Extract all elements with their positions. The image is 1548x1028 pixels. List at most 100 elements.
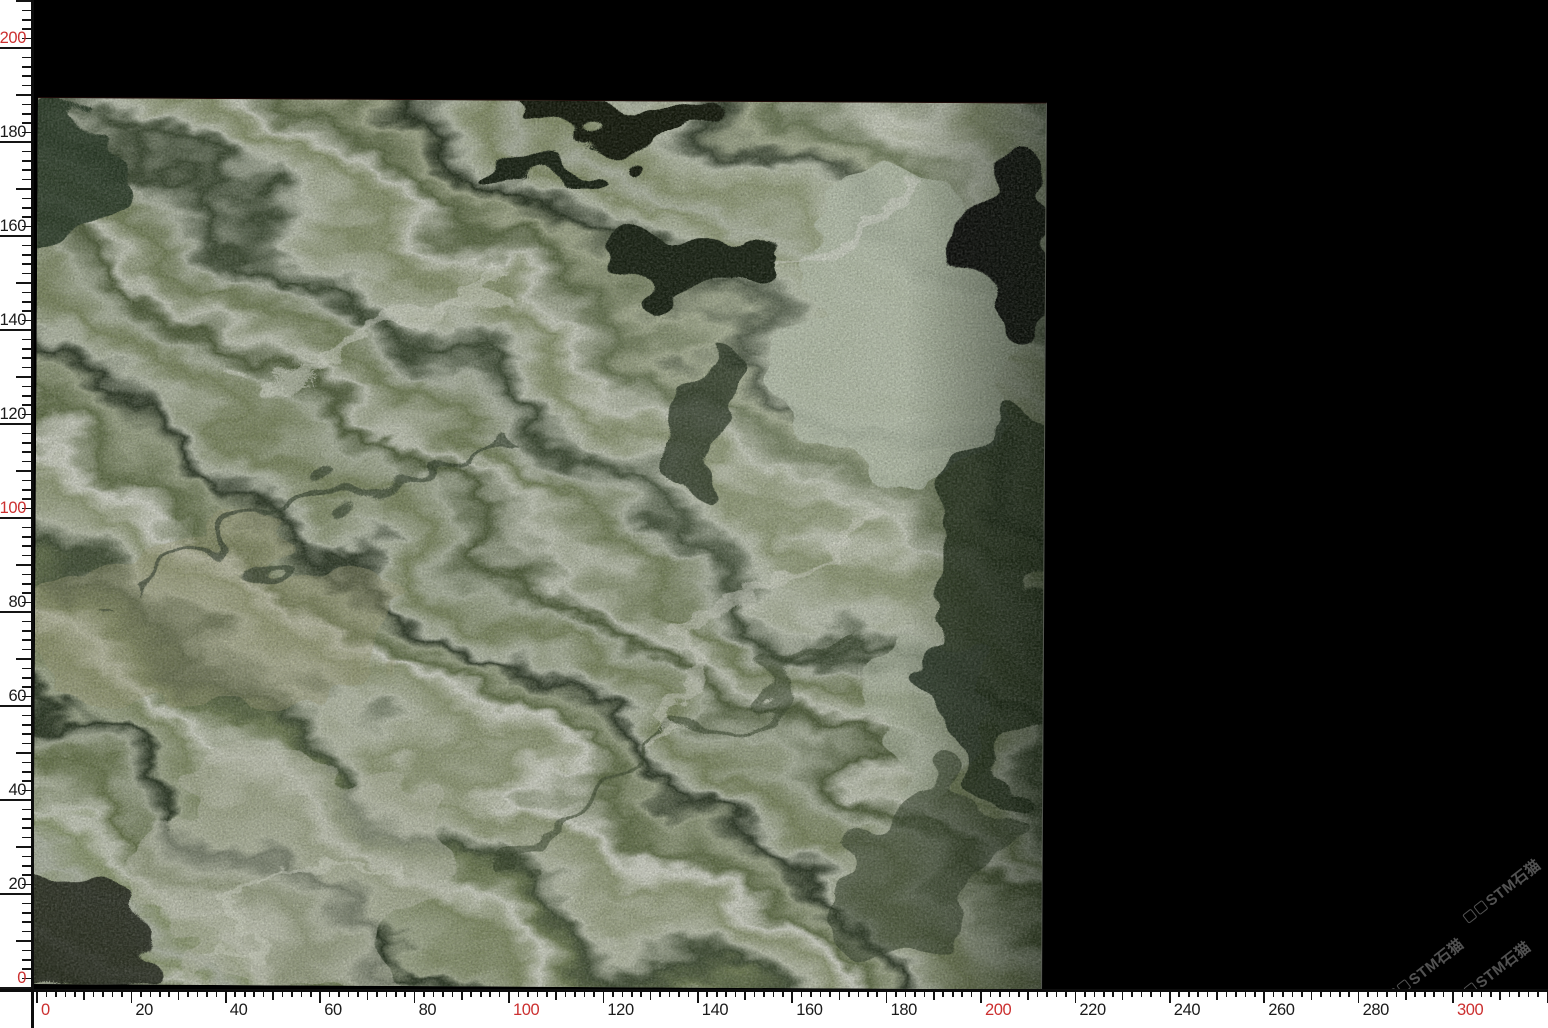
ruler-tick-horizontal [650,992,652,1000]
ruler-tick-vertical [22,912,31,914]
ruler-tick-vertical [22,545,31,547]
ruler-tick-horizontal [678,992,680,998]
ruler-tick-horizontal [319,992,321,1003]
ruler-tick-vertical [16,470,31,472]
ruler-tick-horizontal [263,992,265,998]
ruler-tick-horizontal [895,992,897,998]
ruler-tick-horizontal [1481,992,1483,998]
ruler-tick-vertical [22,348,31,350]
ruler-tick-vertical [22,818,31,820]
ruler-tick-horizontal [744,992,746,1000]
ruler-tick-vertical [22,357,31,359]
ruler-tick-horizontal [1528,992,1530,998]
ruler-tick-vertical [22,639,31,641]
ruler-tick-horizontal [640,992,642,998]
ruler-tick-vertical [22,367,31,369]
ruler-tick-horizontal [1009,992,1011,998]
ruler-tick-horizontal [905,992,907,998]
ruler-tick-vertical [22,668,31,670]
ruler-tick-horizontal [1178,992,1180,998]
ruler-label-horizontal: 180 [891,1001,917,1020]
ruler-tick-horizontal [508,992,510,1003]
ruler-tick-horizontal [631,992,633,998]
ruler-tick-horizontal [1046,992,1048,998]
ruler-tick-vertical [22,19,31,21]
ruler-label-horizontal: 140 [702,1001,728,1020]
ruler-tick-vertical [22,827,31,829]
ruler-tick-horizontal [140,992,142,998]
ruler-tick-horizontal [329,992,331,998]
ruler-tick-vertical [16,940,31,942]
slab-scan-viewer: STM石猫STM石猫STM石猫 020406080100120140160180… [0,0,1548,1028]
ruler-label-horizontal: 100 [513,1001,539,1020]
ruler-tick-vertical [22,743,31,745]
ruler-tick-horizontal [1263,992,1265,1003]
ruler-label-horizontal: 120 [607,1001,633,1020]
ruler-label-horizontal: 240 [1174,1001,1200,1020]
ruler-label-vertical: 180 [0,123,26,142]
ruler-tick-horizontal [1339,992,1341,998]
ruler-tick-horizontal [234,992,236,998]
ruler-tick-vertical [22,856,31,858]
ruler-tick-vertical [22,903,31,905]
ruler-tick-horizontal [499,992,501,998]
watermark-logo-icon [1462,908,1477,923]
ruler-tick-vertical [16,658,31,660]
ruler-tick-horizontal [1065,992,1067,998]
ruler-tick-vertical [22,113,31,115]
ruler-tick-horizontal [999,992,1001,998]
ruler-tick-horizontal [1320,992,1322,998]
ruler-tick-horizontal [1141,992,1143,998]
ruler-tick-vertical [22,762,31,764]
ruler-tick-horizontal [773,992,775,998]
ruler-tick-vertical [22,950,31,952]
ruler-label-vertical: 140 [0,311,26,330]
ruler-tick-vertical [22,151,31,153]
ruler-tick-horizontal [1311,992,1313,1000]
ruler-tick-vertical [22,179,31,181]
ruler-tick-horizontal [46,992,48,998]
ruler-tick-horizontal [555,992,557,1000]
ruler-tick-horizontal [886,992,888,1003]
ruler-tick-horizontal [1518,992,1520,998]
ruler-label-horizontal: 80 [419,1001,437,1020]
ruler-label-horizontal: 300 [1457,1001,1483,1020]
ruler-tick-horizontal [93,992,95,998]
ruler-label-horizontal: 60 [324,1001,342,1020]
ruler-tick-horizontal [659,992,661,998]
ruler-tick-horizontal [1396,992,1398,998]
ruler-label-vertical: 200 [0,29,26,48]
ruler-tick-horizontal [527,992,529,998]
ruler-tick-horizontal [801,992,803,998]
ruler-tick-horizontal [282,992,284,998]
ruler-tick-horizontal [565,992,567,998]
ruler-tick-vertical [22,66,31,68]
ruler-tick-horizontal [376,992,378,998]
ruler-tick-horizontal [669,992,671,998]
ruler-tick-horizontal [725,992,727,998]
ruler-tick-horizontal [574,992,576,998]
ruler-label-horizontal: 200 [985,1001,1011,1020]
ruler-tick-horizontal [65,992,67,998]
marble-texture [33,98,1046,990]
ruler-label-vertical: 20 [8,875,26,894]
ruler-tick-horizontal [197,992,199,998]
ruler-tick-horizontal [1367,992,1369,998]
ruler-tick-horizontal [1433,992,1435,998]
ruler-tick-vertical [22,733,31,735]
ruler-tick-vertical [22,169,31,171]
ruler-tick-horizontal [1037,992,1039,998]
ruler-tick-horizontal [1018,992,1020,998]
ruler-tick-horizontal [1197,992,1199,998]
ruler-tick-vertical [16,282,31,284]
ruler-tick-horizontal [1386,992,1388,998]
ruler-label-horizontal: 260 [1268,1001,1294,1020]
ruler-tick-horizontal [1103,992,1105,998]
ruler-tick-horizontal [178,992,180,1000]
ruler-tick-vertical [22,771,31,773]
ruler-tick-vertical [22,339,31,341]
ruler-label-vertical: 100 [0,499,26,518]
ruler-label-horizontal: 0 [41,1001,50,1020]
ruler-tick-horizontal [1499,992,1501,1000]
ruler-tick-horizontal [395,992,397,998]
